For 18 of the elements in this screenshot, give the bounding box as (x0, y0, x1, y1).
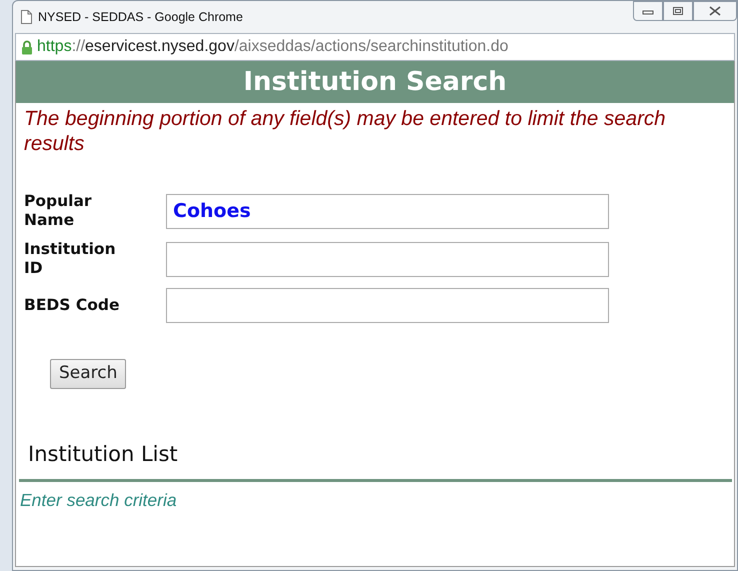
instructions-text: The beginning portion of any field(s) may be entered to limit the search results (23, 106, 667, 156)
page-header: Institution Search (16, 61, 734, 103)
close-icon (708, 6, 722, 16)
close-button[interactable] (693, 1, 737, 21)
section-heading: Institution List (28, 440, 179, 468)
input-field[interactable] (166, 242, 609, 276)
field-label: Popular Name (24, 192, 93, 230)
input-field[interactable] (166, 288, 609, 323)
minimize-button[interactable] (633, 1, 663, 21)
field-label: BEDS Code (24, 296, 120, 315)
page-icon (21, 10, 32, 24)
maximize-button[interactable] (663, 1, 693, 21)
input-field[interactable]: Cohoes (166, 194, 609, 228)
maximize-icon (672, 6, 684, 16)
window-title: NYSED - SEDDAS - Google Chrome (38, 8, 243, 26)
field-label: Institution ID (24, 240, 117, 278)
status-message: Enter search criteria (20, 489, 178, 512)
search-button[interactable]: Search (50, 359, 126, 388)
